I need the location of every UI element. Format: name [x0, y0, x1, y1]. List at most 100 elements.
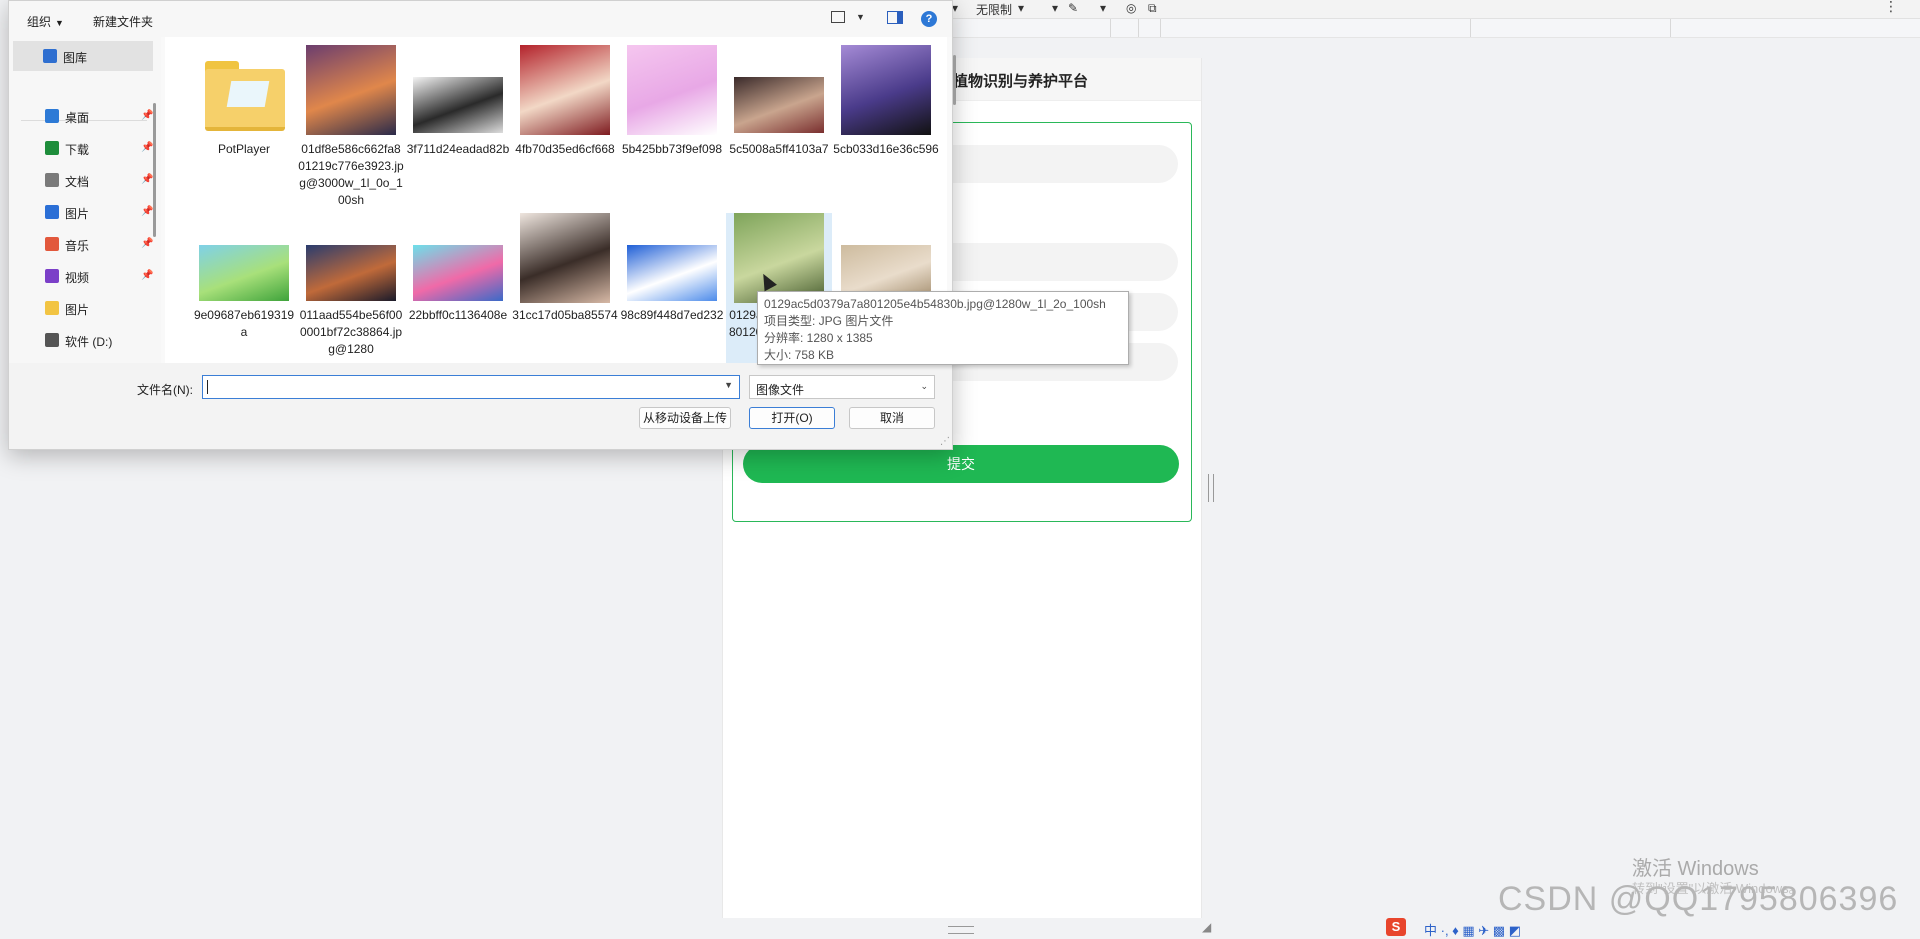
sidebar-item-label: 图片	[65, 303, 90, 317]
rotate-icon[interactable]: ⧉	[1148, 1, 1157, 16]
image-thumbnail	[734, 77, 824, 133]
dialog-footer: 文件名(N): ▼ 图像文件 ⌄ 从移动设备上传 打开(O) 取消 ⋰	[9, 363, 952, 449]
file-name: 3f711d24eadad82b	[406, 142, 510, 156]
tooltip-size: 大小: 758 KB	[764, 348, 835, 362]
file-type-value: 图像文件	[756, 383, 805, 397]
file-name: PotPlayer	[217, 142, 271, 156]
pen-icon[interactable]: ✎	[1068, 1, 1078, 15]
image-file-item[interactable]: 5c5008a5ff4103a7	[726, 45, 832, 205]
more-menu-icon[interactable]: ⋮	[1884, 0, 1898, 15]
bottom-resize-grip[interactable]	[948, 926, 974, 934]
image-thumbnail	[841, 45, 931, 135]
image-file-item[interactable]: 3f711d24eadad82b	[405, 45, 511, 205]
help-icon[interactable]: ?	[921, 11, 937, 27]
pin-icon: 📌	[141, 174, 154, 185]
sidebar-item-label: 下载	[65, 143, 90, 157]
file-name: 011aad554be56f000001bf72c38864.jpg@1280	[299, 308, 403, 356]
folder-item[interactable]: PotPlayer	[191, 45, 297, 205]
pin-icon: 📌	[141, 238, 154, 249]
image-file-item[interactable]: 5b425bb73f9ef098	[619, 45, 725, 205]
cancel-button[interactable]: 取消	[849, 407, 935, 429]
sidebar-item-label: 图片	[65, 207, 90, 221]
image-file-item[interactable]: 9e09687eb619319a	[191, 213, 297, 363]
resize-grip-icon[interactable]: ⋰	[940, 436, 950, 447]
image-thumbnail	[627, 45, 717, 135]
sidebar-item-label: 文档	[65, 175, 90, 189]
chevron-down-icon[interactable]: ▼	[856, 12, 865, 22]
file-name: 5cb033d16e36c596	[833, 142, 939, 156]
chevron-down-icon: ▼	[55, 18, 64, 28]
chevron-down-icon: ⌄	[920, 381, 928, 391]
submit-button[interactable]: 提交	[743, 445, 1179, 483]
file-scrollbar[interactable]	[953, 55, 956, 105]
file-name: 5c5008a5ff4103a7	[729, 142, 829, 156]
background-toolbar: ▾ 无限制 ▾ ▾ ✎ ▾ ◎ ⧉ ⋮	[950, 0, 1920, 19]
image-thumbnail	[734, 213, 824, 303]
file-name: 31cc17d05ba85574	[512, 308, 618, 322]
chevron-down-icon[interactable]: ▾	[1018, 1, 1024, 15]
image-file-item[interactable]: 31cc17d05ba85574	[512, 213, 618, 363]
video-icon	[45, 269, 59, 283]
chevron-down-icon[interactable]: ▾	[1100, 1, 1106, 15]
file-type-select[interactable]: 图像文件 ⌄	[749, 375, 935, 399]
sidebar-item[interactable]: 图库	[13, 41, 153, 71]
pin-icon: 📌	[141, 270, 154, 281]
windows-activation-title: 激活 Windows	[1632, 858, 1759, 880]
navigation-pane: 图库 桌面 📌 下载 📌 文档 📌 图片 📌 音乐 📌 视频 📌 图片 软件 (D:)	[9, 37, 161, 363]
resize-corner-icon[interactable]: ◢	[1202, 920, 1211, 934]
preview-pane-icon[interactable]	[887, 11, 903, 24]
organize-menu[interactable]: 组织 ▼	[27, 13, 64, 30]
pin-icon: 📌	[141, 142, 154, 153]
sidebar-item-label: 音乐	[65, 239, 90, 253]
upload-from-mobile-button[interactable]: 从移动设备上传	[639, 407, 731, 429]
sidebar-item-label: 图库	[63, 51, 88, 65]
chevron-down-icon[interactable]: ▼	[724, 380, 733, 390]
organize-label: 组织	[27, 15, 52, 29]
file-open-dialog: 组织 ▼ 新建文件夹 ▼ ? 图库 桌面 📌 下载 📌 文档 📌 图片 📌 音乐 📌 视频 📌 图片 软件 (…	[8, 0, 1129, 450]
eye-icon[interactable]: ◎	[1126, 1, 1136, 15]
sidebar-item-label: 视频	[65, 271, 90, 285]
dialog-toolbar: 组织 ▼ 新建文件夹 ▼ ?	[9, 1, 952, 37]
folder-icon	[199, 61, 289, 131]
image-file-item[interactable]: 4fb70d35ed6cf668	[512, 45, 618, 205]
image-file-item[interactable]: 5cb033d16e36c596	[833, 45, 939, 205]
image-file-item[interactable]: 01df8e586c662fa801219c776e3923.jpg@3000w…	[298, 45, 404, 207]
image-file-item[interactable]: 22bbff0c1136408e	[405, 213, 511, 363]
panel-resize-handle[interactable]	[1208, 474, 1214, 502]
file-name: 5b425bb73f9ef098	[621, 142, 723, 156]
chevron-down-icon[interactable]: ▾	[1052, 1, 1058, 15]
tooltip-filename: 0129ac5d0379a7a801205e4b54830b.jpg@1280w…	[764, 297, 1106, 311]
background-ruler	[950, 19, 1920, 38]
pin-icon: 📌	[141, 110, 154, 121]
tooltip-resolution: 分辨率: 1280 x 1385	[764, 331, 873, 345]
tray-icons[interactable]: 中 ·, ♦ ▦ ✈ ▩ ◩	[1424, 920, 1521, 939]
file-name: 9e09687eb619319a	[193, 308, 295, 339]
file-tooltip: 0129ac5d0379a7a801205e4b54830b.jpg@1280w…	[757, 291, 1129, 365]
pin-icon: 📌	[141, 206, 154, 217]
open-button[interactable]: 打开(O)	[749, 407, 835, 429]
file-name: 4fb70d35ed6cf668	[515, 142, 615, 156]
image-thumbnail	[627, 245, 717, 301]
drive-icon	[45, 333, 59, 347]
image-thumbnail	[413, 77, 503, 133]
document-icon	[45, 173, 59, 187]
file-name: 98c89f448d7ed232	[620, 308, 724, 322]
image-file-item[interactable]: 98c89f448d7ed232	[619, 213, 725, 363]
tooltip-type: 项目类型: JPG 图片文件	[764, 314, 894, 328]
throttle-limit-select[interactable]: 无限制	[976, 1, 1012, 18]
sogou-ime-icon[interactable]: S	[1386, 918, 1406, 936]
sidebar-item-label: 软件 (D:)	[65, 335, 113, 349]
image-thumbnail	[306, 245, 396, 301]
filename-input[interactable]: ▼	[202, 375, 740, 399]
app-title: 植物识别与养护平台	[953, 73, 1089, 90]
file-name: 01df8e586c662fa801219c776e3923.jpg@3000w…	[298, 142, 404, 207]
new-folder-button[interactable]: 新建文件夹	[93, 13, 153, 30]
image-thumbnail	[413, 245, 503, 301]
view-mode-icon[interactable]	[831, 11, 845, 23]
folder-icon	[45, 301, 59, 315]
image-file-item[interactable]: 011aad554be56f000001bf72c38864.jpg@1280	[298, 213, 404, 363]
desktop-icon	[45, 109, 59, 123]
image-thumbnail	[520, 45, 610, 135]
gallery-icon	[43, 49, 57, 63]
image-thumbnail	[520, 213, 610, 303]
